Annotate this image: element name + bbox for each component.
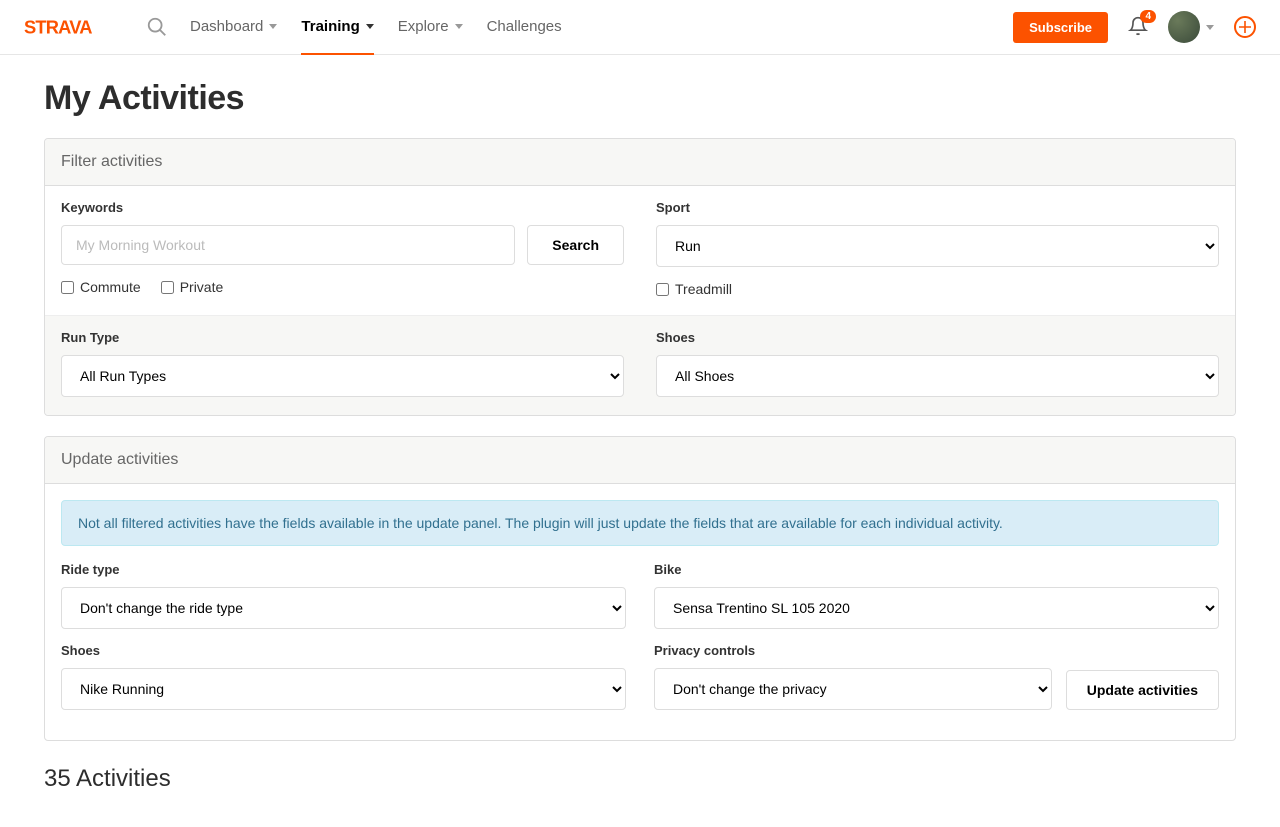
page-title: My Activities xyxy=(44,79,1236,118)
main-nav: Dashboard Training Explore Challenges xyxy=(190,0,562,55)
commute-checkbox[interactable] xyxy=(61,281,74,294)
privacy-label: Privacy controls xyxy=(654,643,1219,658)
nav-label: Explore xyxy=(398,18,449,35)
privacy-select[interactable]: Don't change the privacy xyxy=(654,668,1052,710)
filter-shoes-select[interactable]: All Shoes xyxy=(656,355,1219,397)
nav-label: Training xyxy=(301,18,359,35)
activities-count-heading: 35 Activities xyxy=(44,765,1236,803)
update-info-banner: Not all filtered activities have the fie… xyxy=(61,500,1219,546)
profile-menu[interactable] xyxy=(1168,11,1214,43)
chevron-down-icon xyxy=(1206,25,1214,30)
filter-panel-header: Filter activities xyxy=(45,139,1235,186)
sport-label: Sport xyxy=(656,200,1219,215)
private-checkbox[interactable] xyxy=(161,281,174,294)
bike-select[interactable]: Sensa Trentino SL 105 2020 xyxy=(654,587,1219,629)
chevron-down-icon xyxy=(455,24,463,29)
treadmill-checkbox-label[interactable]: Treadmill xyxy=(656,281,732,297)
nav-explore[interactable]: Explore xyxy=(398,0,463,55)
runtype-select[interactable]: All Run Types xyxy=(61,355,624,397)
nav-dashboard[interactable]: Dashboard xyxy=(190,0,277,55)
notifications-button[interactable]: 4 xyxy=(1128,16,1148,39)
top-navigation: STRAVA Dashboard Training Explore Challe… xyxy=(0,0,1280,55)
ridetype-label: Ride type xyxy=(61,562,626,577)
update-panel: Update activities Not all filtered activ… xyxy=(44,436,1236,741)
filter-panel: Filter activities Keywords Search Commut… xyxy=(44,138,1236,416)
chevron-down-icon xyxy=(366,24,374,29)
ridetype-select[interactable]: Don't change the ride type xyxy=(61,587,626,629)
chevron-down-icon xyxy=(269,24,277,29)
logo-strava[interactable]: STRAVA xyxy=(24,16,124,38)
nav-label: Challenges xyxy=(487,18,562,35)
bike-label: Bike xyxy=(654,562,1219,577)
avatar xyxy=(1168,11,1200,43)
treadmill-checkbox[interactable] xyxy=(656,283,669,296)
commute-checkbox-label[interactable]: Commute xyxy=(61,279,141,295)
sport-select[interactable]: Run xyxy=(656,225,1219,267)
filter-shoes-label: Shoes xyxy=(656,330,1219,345)
notification-badge: 4 xyxy=(1140,10,1156,23)
runtype-label: Run Type xyxy=(61,330,624,345)
nav-label: Dashboard xyxy=(190,18,263,35)
search-icon[interactable] xyxy=(146,16,168,38)
keywords-input[interactable] xyxy=(61,225,515,265)
update-activities-button[interactable]: Update activities xyxy=(1066,670,1219,710)
search-button[interactable]: Search xyxy=(527,225,624,265)
add-button[interactable] xyxy=(1234,16,1256,38)
update-panel-header: Update activities xyxy=(45,437,1235,484)
private-checkbox-label[interactable]: Private xyxy=(161,279,224,295)
keywords-label: Keywords xyxy=(61,200,624,215)
update-shoes-select[interactable]: Nike Running xyxy=(61,668,626,710)
svg-text:STRAVA: STRAVA xyxy=(24,17,92,38)
subscribe-button[interactable]: Subscribe xyxy=(1013,12,1108,43)
update-shoes-label: Shoes xyxy=(61,643,626,658)
nav-challenges[interactable]: Challenges xyxy=(487,0,562,55)
nav-training[interactable]: Training xyxy=(301,0,373,55)
